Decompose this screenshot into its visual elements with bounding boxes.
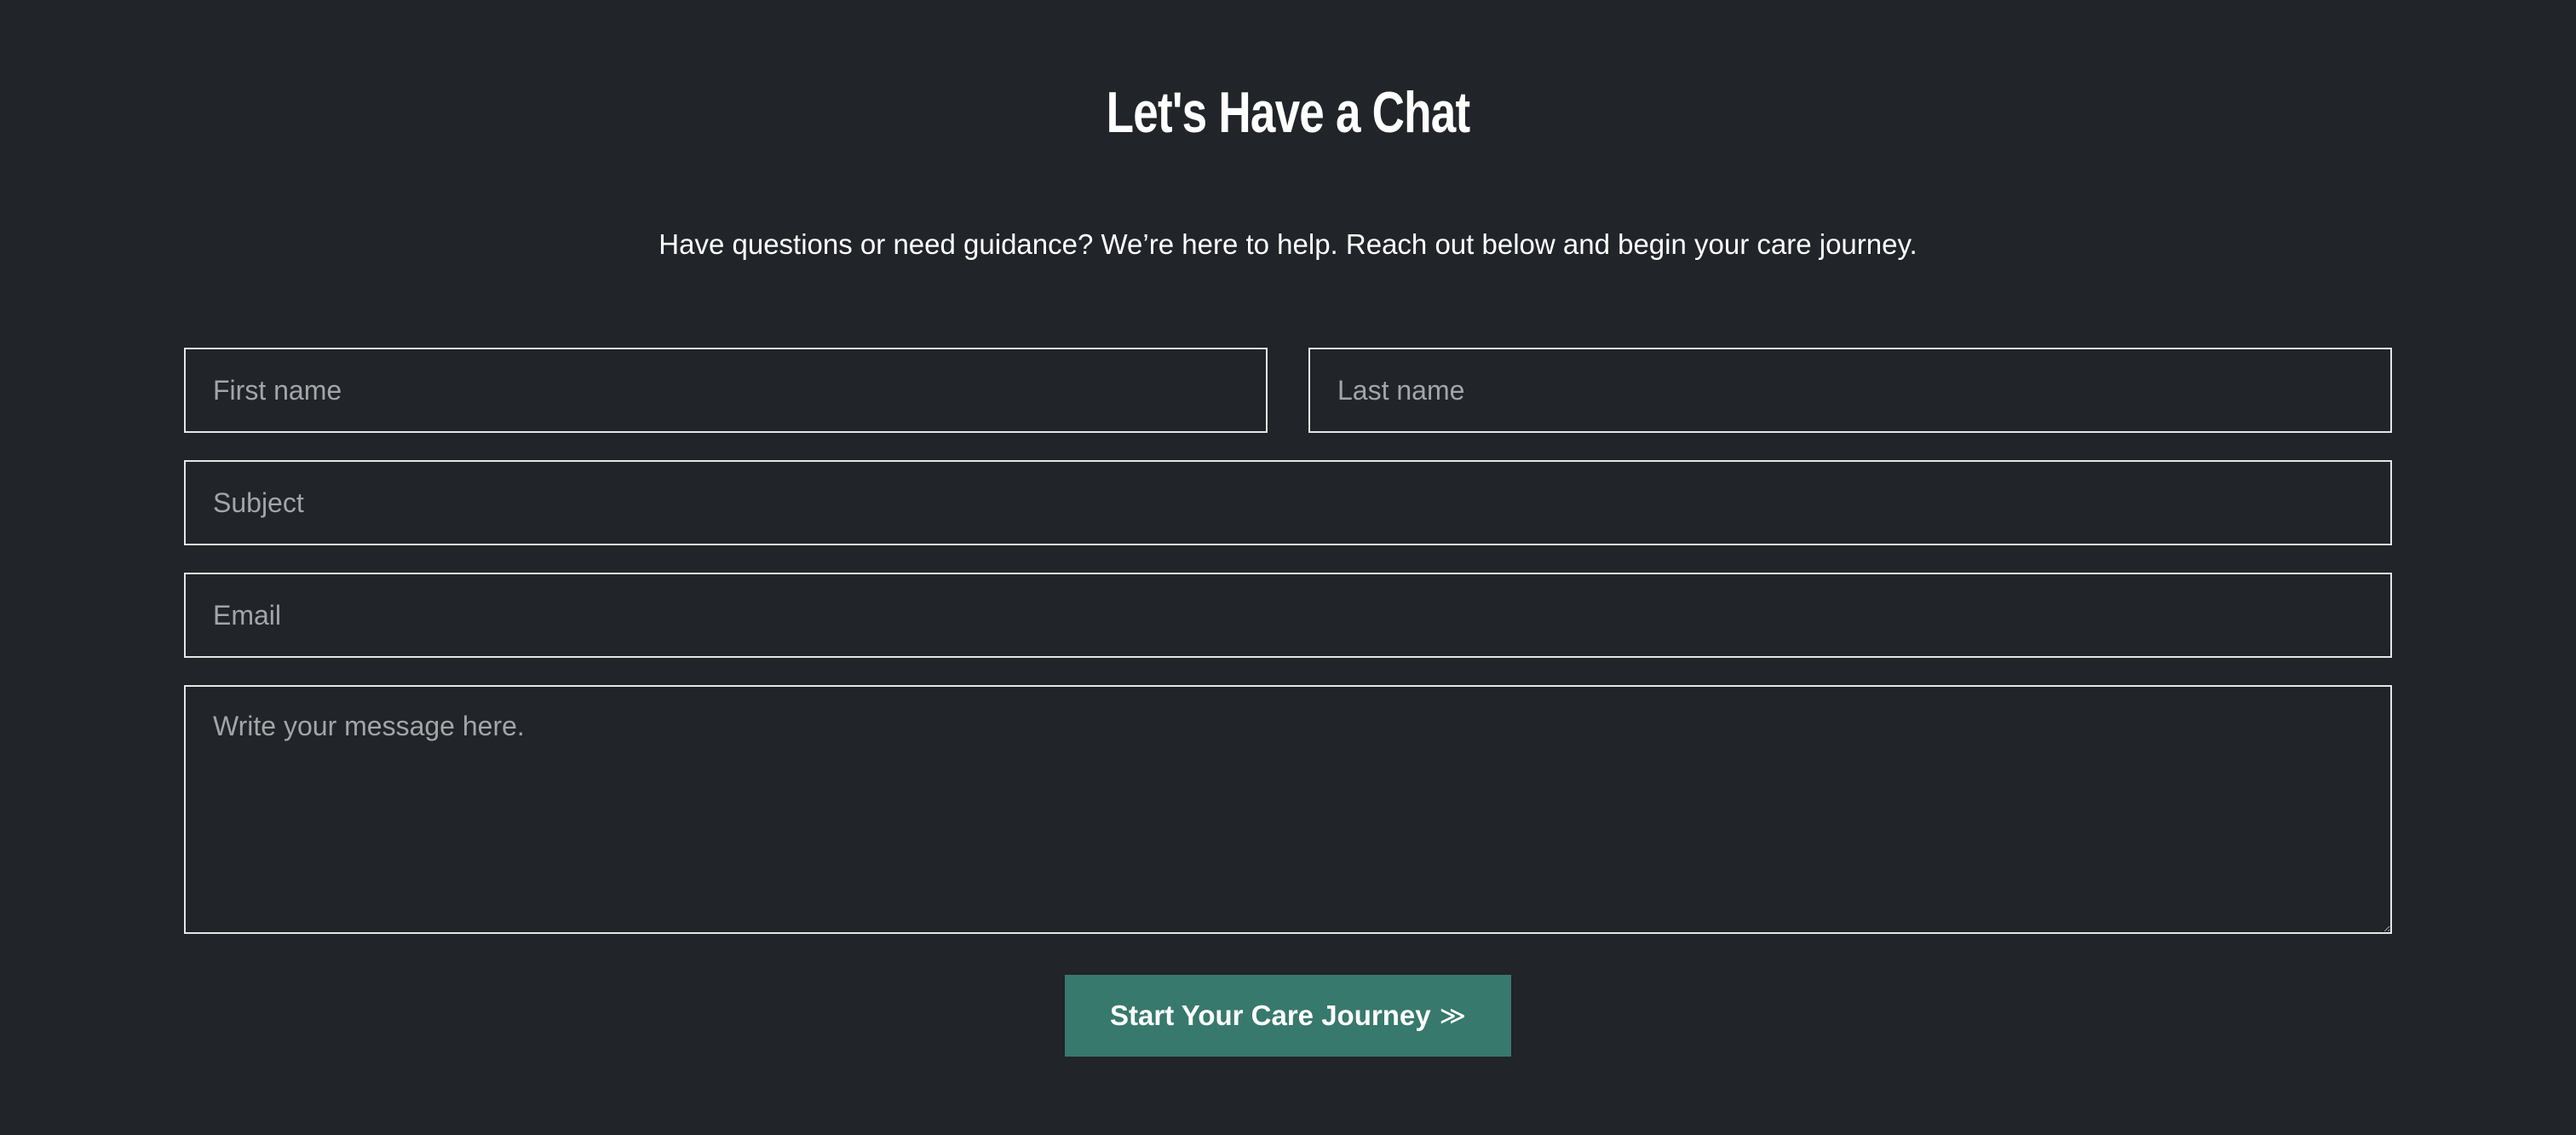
start-care-journey-button[interactable]: Start Your Care Journey ≫ [1065, 975, 1511, 1057]
first-name-input[interactable] [184, 348, 1268, 433]
contact-section: Let's Have a Chat Have questions or need… [0, 0, 2576, 1135]
subject-input[interactable] [184, 460, 2392, 545]
message-textarea[interactable] [184, 685, 2392, 934]
last-name-input[interactable] [1308, 348, 2392, 433]
double-chevron-right-icon: ≫ [1439, 1001, 1466, 1030]
email-input[interactable] [184, 573, 2392, 658]
page-title: Let's Have a Chat [1106, 80, 1471, 145]
page-subtitle: Have questions or need guidance? We’re h… [658, 228, 1918, 260]
submit-button-label: Start Your Care Journey [1110, 1000, 1431, 1031]
